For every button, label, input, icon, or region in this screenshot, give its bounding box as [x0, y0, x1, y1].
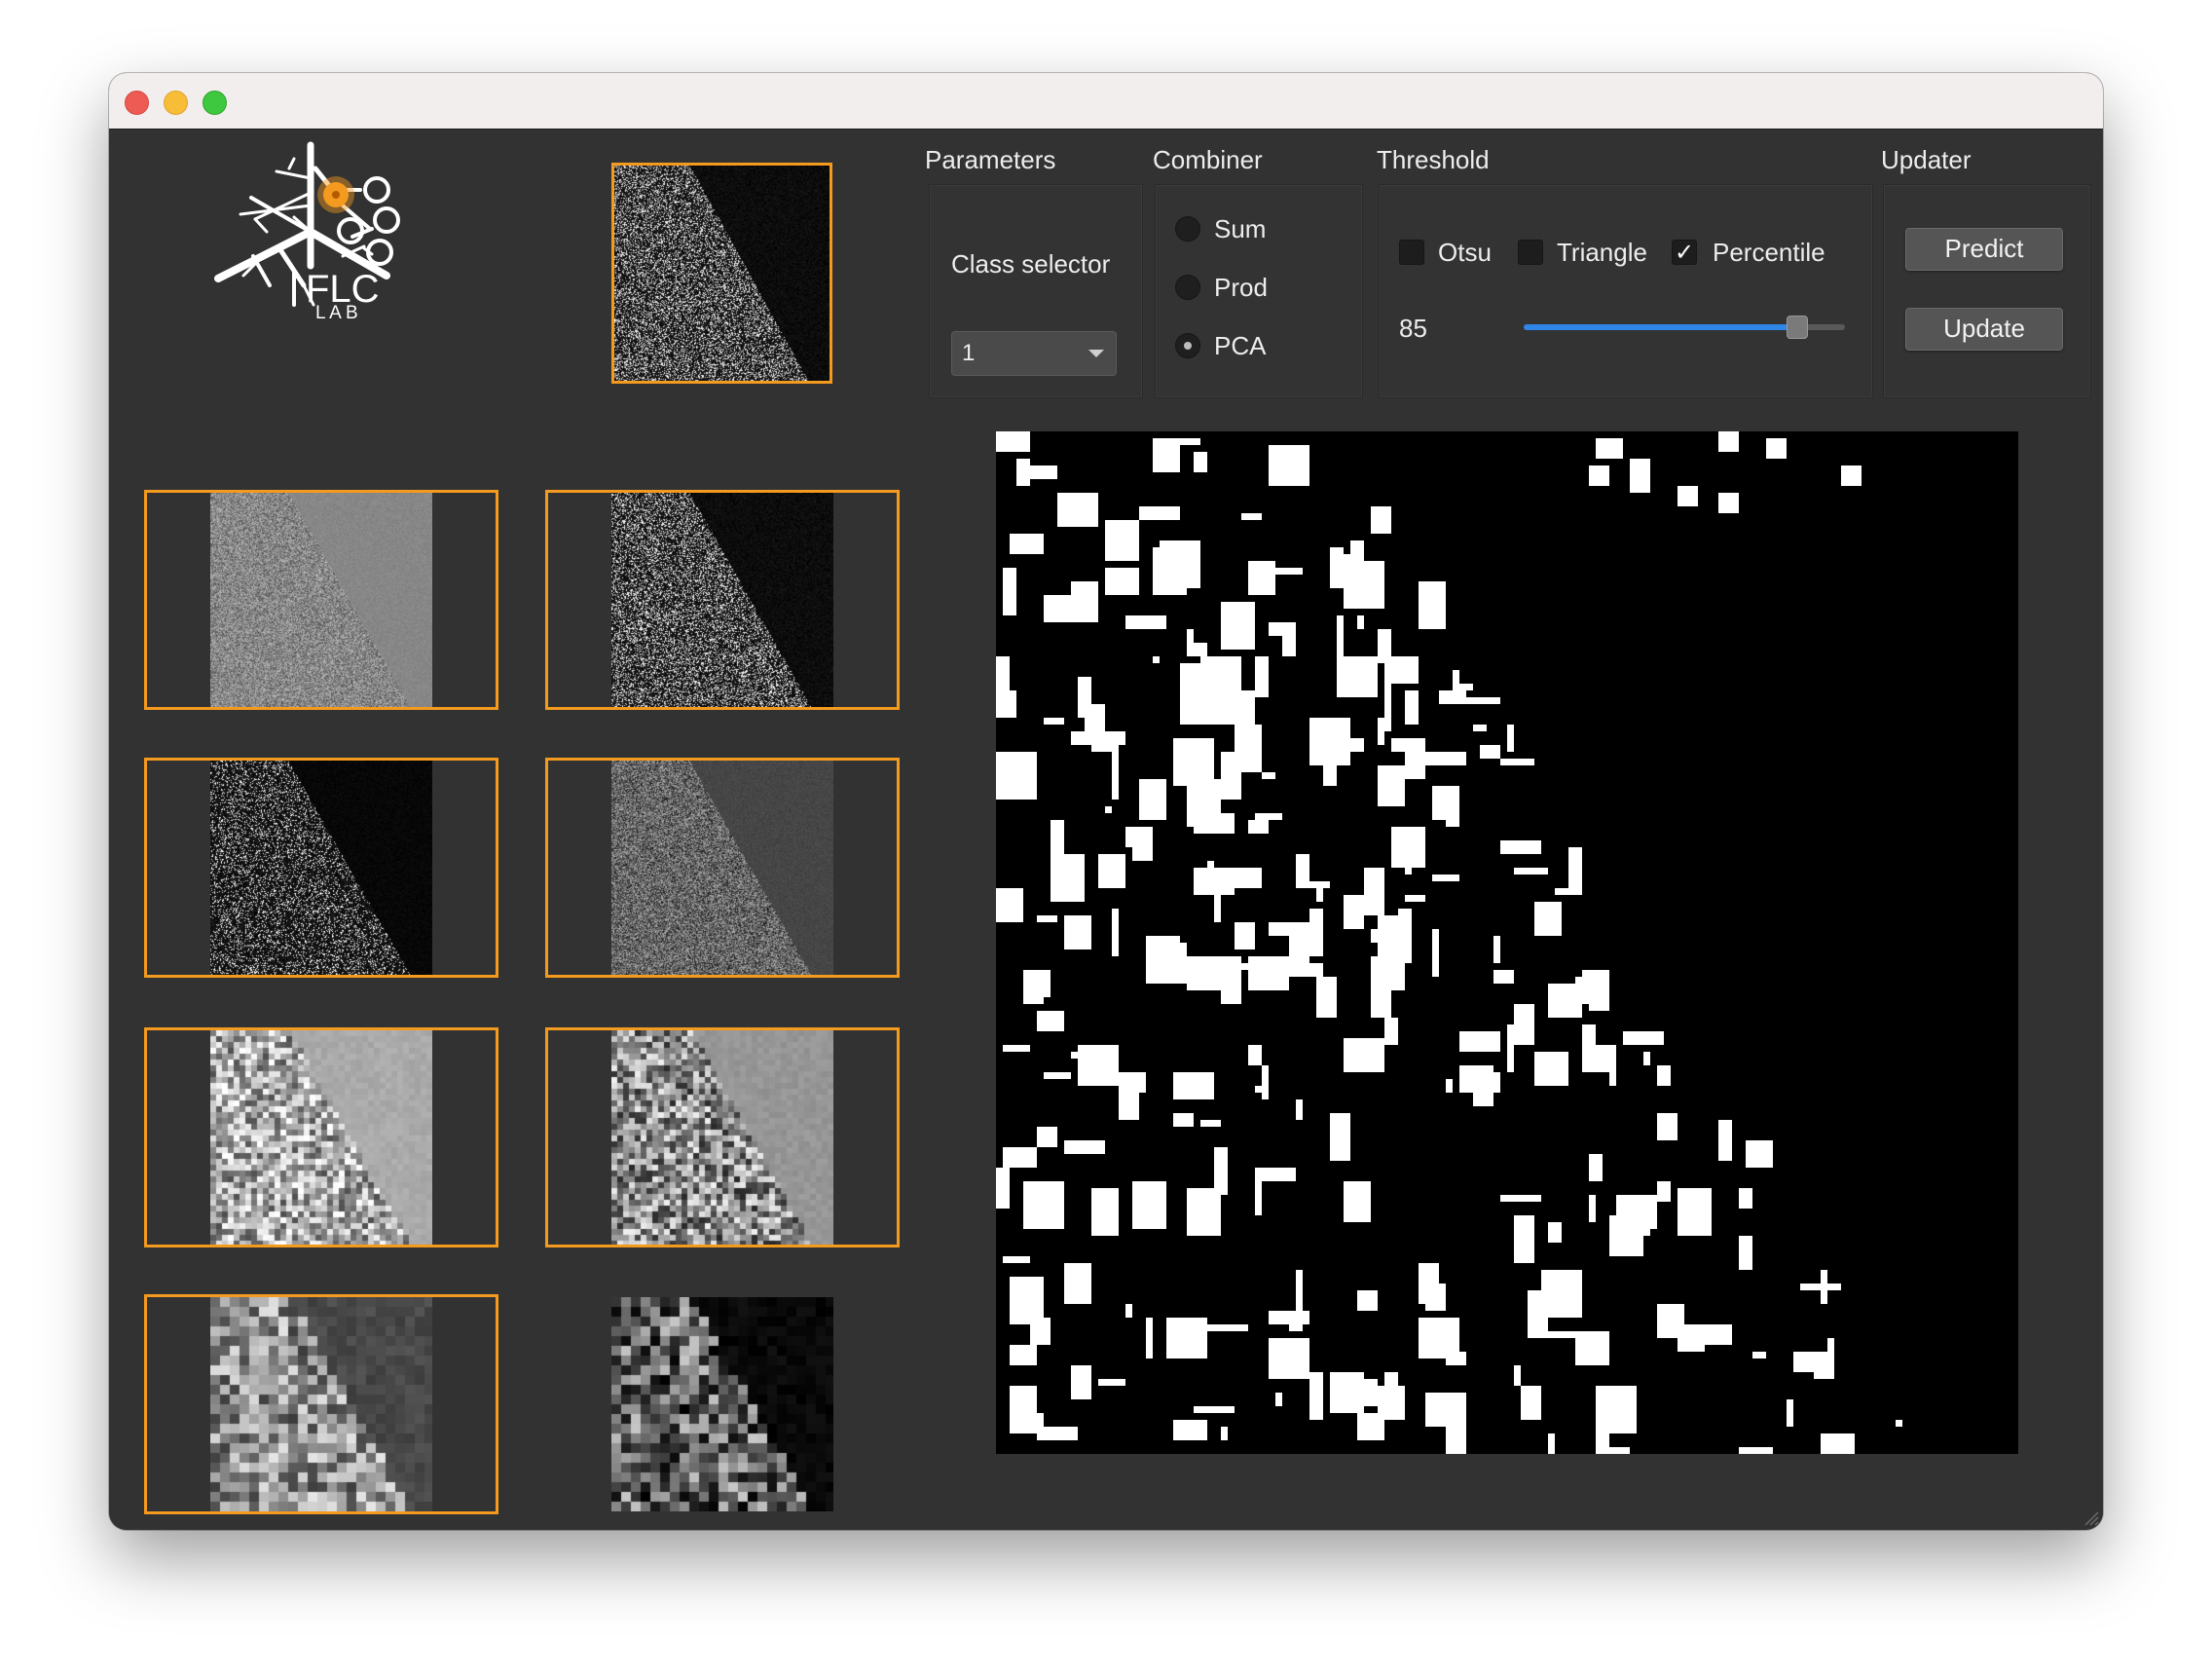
updater-title: Updater	[1881, 145, 1972, 174]
feature-image	[614, 166, 830, 381]
combiner-box: Sum Prod PCA	[1155, 184, 1363, 398]
update-button[interactable]: Update	[1905, 308, 2063, 351]
class-selector-label: Class selector	[951, 249, 1111, 279]
feature-thumb-3[interactable]	[144, 758, 498, 978]
feature-thumb-top[interactable]	[611, 163, 832, 384]
combiner-title: Combiner	[1153, 145, 1263, 174]
radio-sum-label: Sum	[1214, 214, 1267, 243]
zoom-icon[interactable]	[203, 91, 227, 115]
feature-thumb-5[interactable]	[144, 1027, 498, 1247]
triangle-label: Triangle	[1557, 238, 1647, 267]
feature-image	[611, 493, 833, 707]
feature-thumb-1[interactable]	[144, 490, 498, 710]
class-selector-value: 1	[962, 340, 976, 366]
feature-image	[210, 1030, 432, 1245]
logo-text-lab: L A B	[315, 303, 358, 319]
parameters-title: Parameters	[925, 145, 1056, 174]
percentile-checkbox[interactable]: ✓	[1672, 240, 1697, 265]
threshold-value: 85	[1399, 314, 1427, 343]
threshold-slider[interactable]	[1524, 316, 1845, 339]
resize-grip-icon[interactable]	[2082, 1508, 2099, 1526]
threshold-slider-fill	[1524, 324, 1797, 330]
percentile-label: Percentile	[1713, 238, 1825, 267]
feature-thumb-6[interactable]	[545, 1027, 900, 1247]
predict-button[interactable]: Predict	[1905, 228, 2063, 271]
feature-image	[611, 1030, 833, 1245]
feature-thumb-7[interactable]	[144, 1294, 498, 1514]
radio-prod-label: Prod	[1214, 273, 1268, 302]
minimize-icon[interactable]	[164, 91, 188, 115]
threshold-box: Otsu Triangle ✓ Percentile 85	[1379, 184, 1873, 398]
updater-box: Predict Update	[1883, 184, 2091, 398]
segmentation-result-image	[996, 431, 2018, 1454]
radio-sum[interactable]	[1175, 216, 1200, 242]
feature-image	[210, 1297, 432, 1511]
feature-thumb-2[interactable]	[545, 490, 900, 710]
flc-lab-logo: FLC L A B	[197, 139, 450, 323]
close-icon[interactable]	[125, 91, 149, 115]
threshold-slider-handle[interactable]	[1786, 316, 1808, 339]
feature-image	[611, 1297, 833, 1511]
triangle-checkbox[interactable]	[1518, 240, 1543, 265]
feature-image	[210, 761, 432, 975]
radio-pca[interactable]	[1175, 333, 1200, 358]
radio-prod[interactable]	[1175, 275, 1200, 300]
parameters-box: Class selector 1	[929, 184, 1143, 398]
otsu-checkbox[interactable]	[1399, 240, 1424, 265]
class-selector-dropdown[interactable]: 1	[951, 331, 1117, 376]
threshold-title: Threshold	[1377, 145, 1490, 174]
main-content: FLC L A B Parameters Class selector 1 Co…	[109, 130, 2103, 1530]
feature-thumb-8[interactable]	[545, 1294, 900, 1514]
otsu-label: Otsu	[1438, 238, 1492, 267]
feature-image	[611, 761, 833, 975]
radio-pca-label: PCA	[1214, 331, 1267, 360]
feature-image	[210, 493, 432, 707]
chevron-down-icon	[1088, 350, 1104, 357]
title-bar	[109, 73, 2103, 130]
feature-thumb-4[interactable]	[545, 758, 900, 978]
app-window: FLC L A B Parameters Class selector 1 Co…	[109, 73, 2103, 1530]
